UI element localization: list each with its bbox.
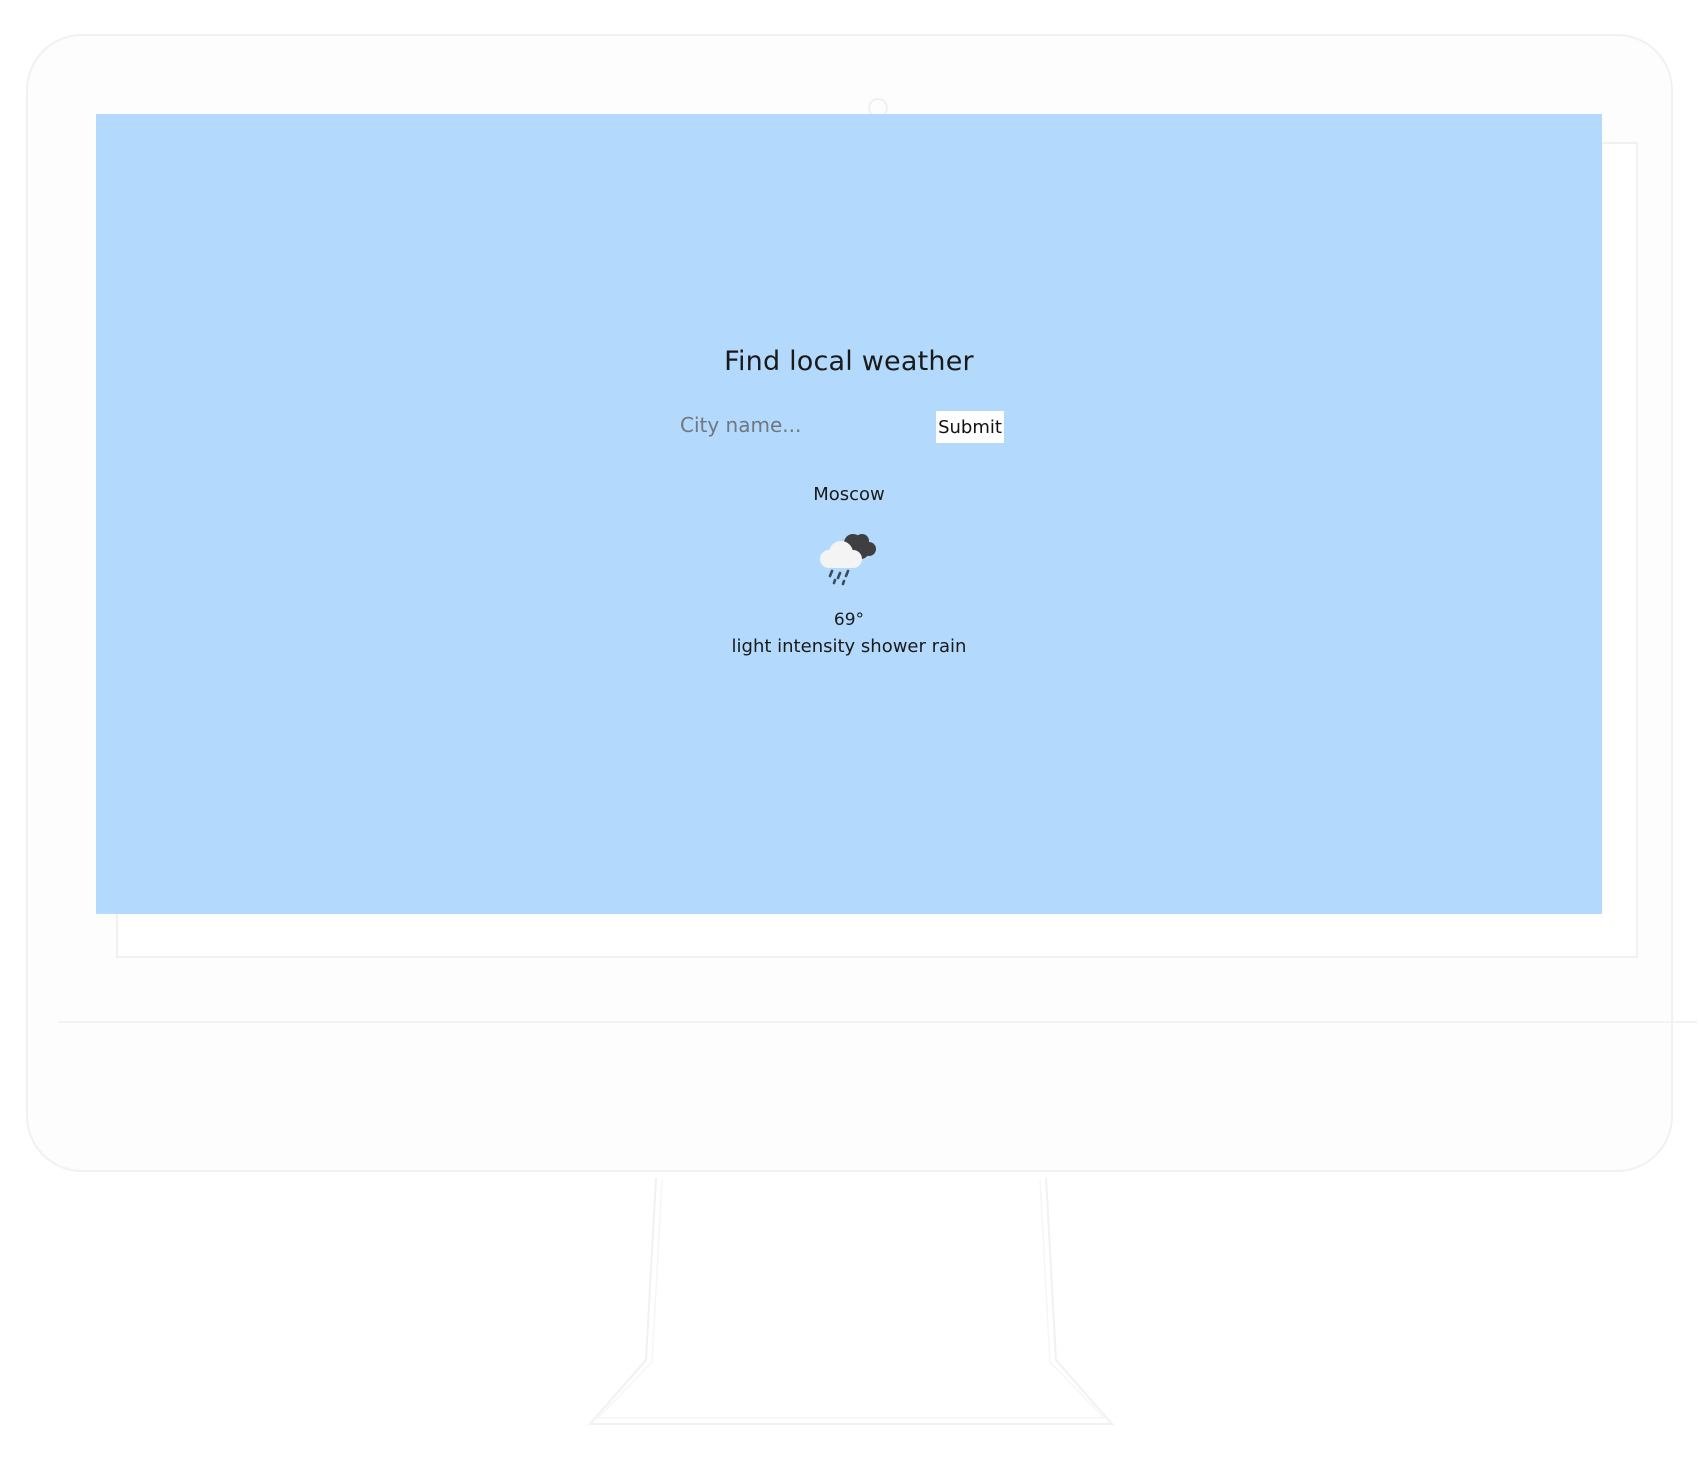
page-title: Find local weather — [724, 346, 974, 377]
city-name: Moscow — [813, 484, 885, 505]
desktop-mockup: Find local weather Submit Moscow 69° lig… — [0, 0, 1699, 1459]
weather-description: light intensity shower rain — [731, 636, 967, 657]
city-search-input[interactable] — [678, 409, 918, 441]
weather-app-screen: Find local weather Submit Moscow 69° lig… — [96, 114, 1602, 914]
temperature: 69° — [833, 610, 865, 630]
submit-button[interactable]: Submit — [936, 411, 1004, 443]
monitor-chin-divider — [58, 1021, 1697, 1023]
rain-cloud-icon — [820, 534, 876, 586]
